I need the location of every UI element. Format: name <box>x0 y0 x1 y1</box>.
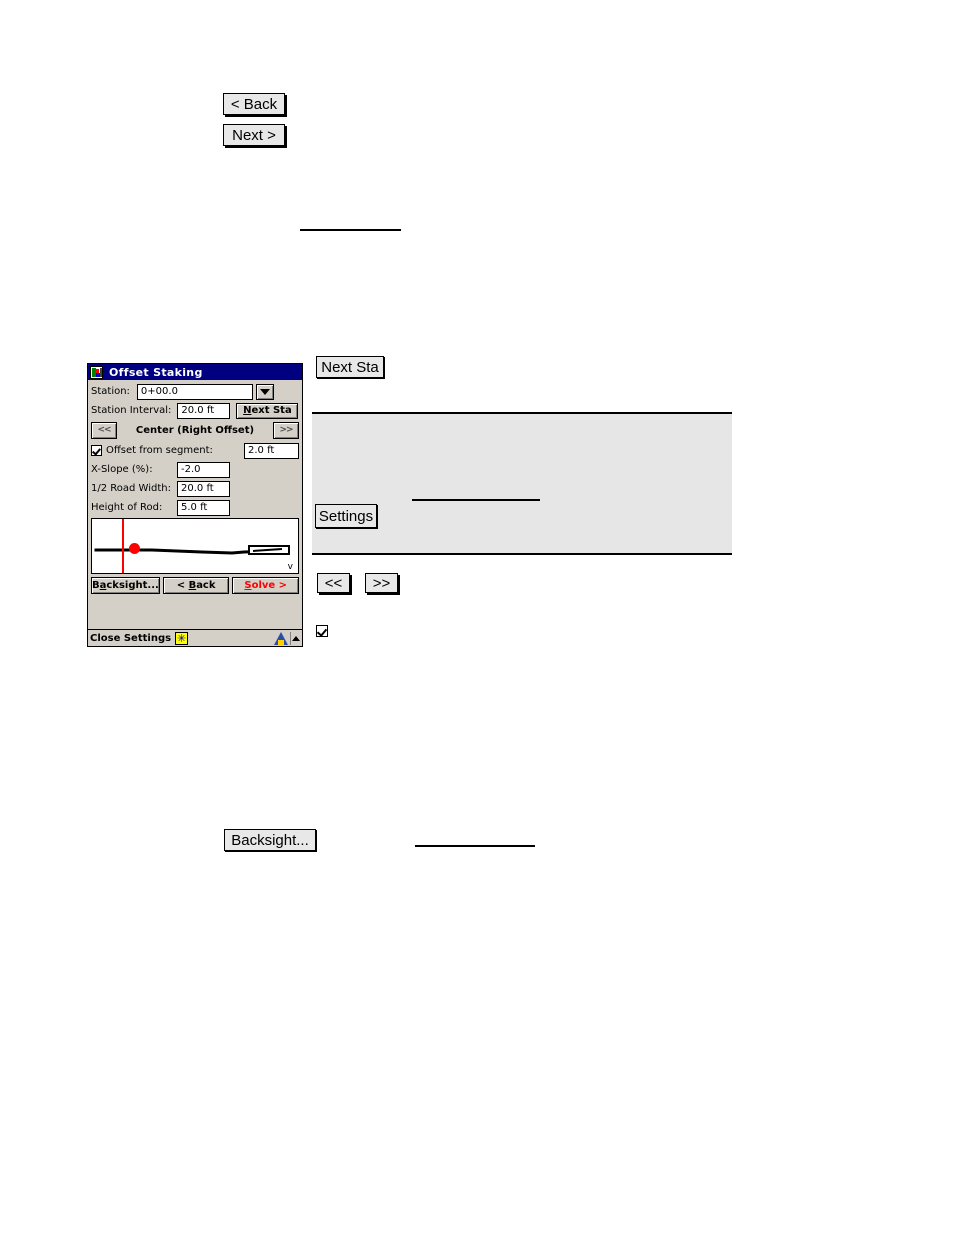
station-interval-input[interactable]: 20.0 ft <box>177 402 231 419</box>
station-row: Station: 0+00.0 <box>91 383 299 400</box>
x-slope-input[interactable]: -2.0 <box>177 461 230 478</box>
station-input[interactable]: 0+00.0 <box>136 383 253 400</box>
station-interval-label: Station Interval: <box>91 405 172 416</box>
dialog-title: Offset Staking <box>109 365 203 379</box>
offset-point-marker <box>129 543 140 554</box>
station-dropdown-button[interactable] <box>255 383 274 400</box>
settings-inline-label: Settings <box>318 507 374 525</box>
station-interval-row: Station Interval: 20.0 ft Next Sta <box>91 402 299 419</box>
offset-from-segment-row: Offset from segment: 2.0 ft <box>91 442 299 459</box>
satellite-icon[interactable] <box>274 631 288 645</box>
chevron-down-icon <box>259 388 270 395</box>
height-of-rod-input[interactable]: 5.0 ft <box>177 499 230 516</box>
offset-staking-dialog: Offset Staking Station: 0+00.0 Station I… <box>87 363 303 647</box>
segment-title: Center (Right Offset) <box>135 424 255 436</box>
station-interval-value: 20.0 ft <box>181 405 215 416</box>
dialog-body: Station: 0+00.0 Station Interval: 20.0 f… <box>88 380 302 574</box>
backsight-button[interactable]: Backsight... <box>91 577 160 594</box>
next-segment-inline-button[interactable]: >> <box>365 573 398 593</box>
prev-segment-inline-label: << <box>324 574 343 592</box>
cross-section-corner-label: v <box>287 562 293 572</box>
next-sta-button-label-rest: ext Sta <box>251 405 292 416</box>
backsight-inline-label: Backsight... <box>231 831 309 849</box>
height-of-rod-value: 5.0 ft <box>181 502 208 513</box>
back-button[interactable]: < Back <box>162 577 230 594</box>
backsight-inline-button[interactable]: Backsight... <box>224 829 316 851</box>
dialog-taskbar: Close Settings ✳ <box>88 629 302 646</box>
prev-segment-label: << <box>97 425 111 435</box>
wizard-next-button[interactable]: Next > <box>223 124 285 146</box>
star-icon[interactable]: ✳ <box>175 631 189 645</box>
redaction-rule-top <box>300 229 401 231</box>
half-road-width-input[interactable]: 20.0 ft <box>177 480 230 497</box>
close-settings-label[interactable]: Close Settings <box>90 633 171 644</box>
offset-from-segment-label: Offset from segment: <box>106 445 213 456</box>
height-of-rod-row: Height of Rod: 5.0 ft <box>91 499 299 516</box>
offset-from-segment-input[interactable]: 2.0 ft <box>244 442 299 459</box>
dialog-button-strip: Backsight... < Back Solve > <box>88 577 302 596</box>
station-value: 0+00.0 <box>140 386 178 397</box>
offset-from-segment-value: 2.0 ft <box>248 445 275 456</box>
height-of-rod-label: Height of Rod: <box>91 502 163 513</box>
settings-inline-button[interactable]: Settings <box>315 504 377 528</box>
x-slope-row: X-Slope (%): -2.0 <box>91 461 299 478</box>
next-sta-inline-button[interactable]: Next Sta <box>316 356 384 378</box>
app-icon <box>90 365 103 379</box>
segment-navigator: << Center (Right Offset) >> <box>91 421 299 439</box>
redaction-rule-settings <box>412 499 540 501</box>
x-slope-value: -2.0 <box>181 464 201 475</box>
wizard-next-label: Next > <box>232 126 276 144</box>
dialog-titlebar: Offset Staking <box>88 364 302 380</box>
settings-callout-block: Settings <box>312 412 732 555</box>
half-road-width-value: 20.0 ft <box>181 483 214 494</box>
next-segment-button[interactable]: >> <box>273 421 299 439</box>
inline-checkbox-icon[interactable] <box>316 625 328 637</box>
prev-segment-inline-button[interactable]: << <box>317 573 350 593</box>
chevron-up-icon[interactable] <box>290 631 300 645</box>
wizard-back-button[interactable]: < Back <box>223 93 285 115</box>
wizard-back-label: < Back <box>230 95 278 113</box>
x-slope-label: X-Slope (%): <box>91 464 153 475</box>
star-glyph: ✳ <box>176 631 187 645</box>
next-segment-inline-label: >> <box>372 574 391 592</box>
next-sta-inline-label: Next Sta <box>321 358 379 376</box>
next-segment-label: >> <box>279 425 293 435</box>
offset-from-segment-checkbox[interactable] <box>91 445 102 456</box>
half-road-width-row: 1/2 Road Width: 20.0 ft <box>91 480 299 497</box>
station-label: Station: <box>91 386 130 397</box>
redaction-rule-backsight <box>415 845 535 847</box>
next-sta-button[interactable]: Next Sta <box>236 402 299 419</box>
half-road-width-label: 1/2 Road Width: <box>91 483 171 494</box>
cross-section-graphic[interactable]: v <box>91 518 299 574</box>
solve-button[interactable]: Solve > <box>232 577 300 594</box>
prev-segment-button[interactable]: << <box>91 421 117 439</box>
station-indicator-line <box>122 519 124 573</box>
